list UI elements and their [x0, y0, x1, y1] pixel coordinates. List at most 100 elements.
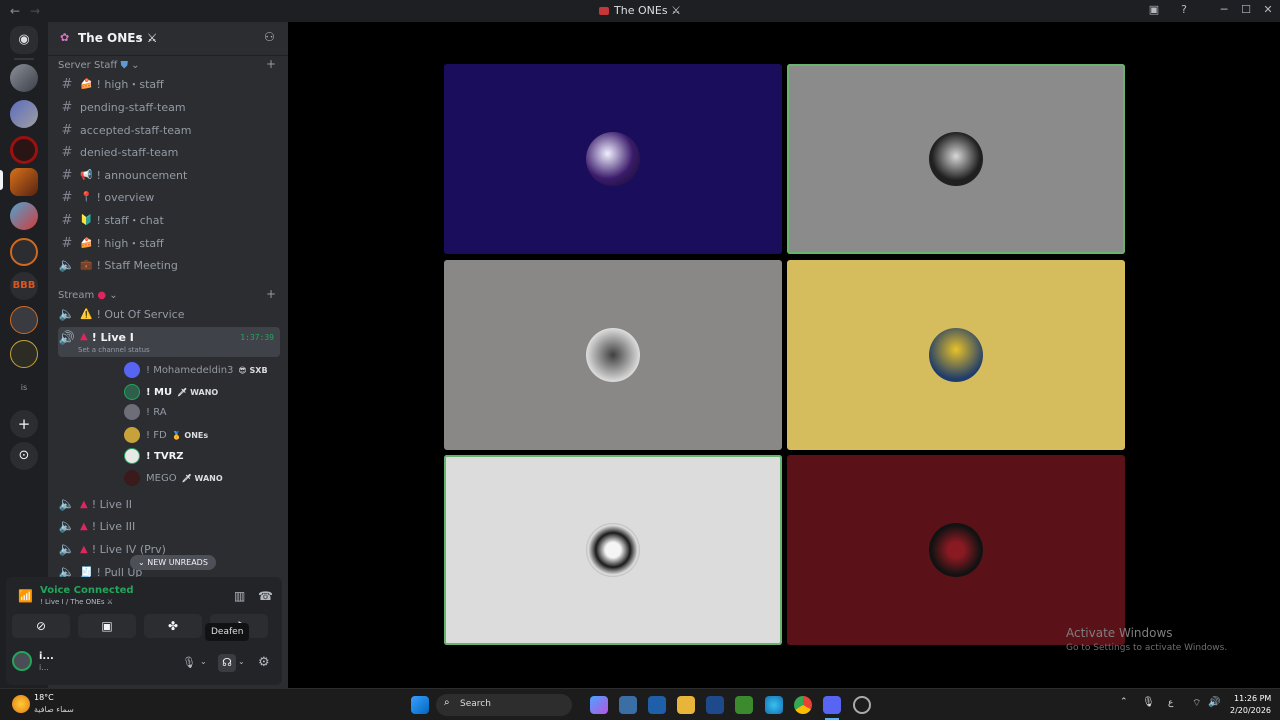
server-folder-3[interactable] [10, 202, 38, 230]
camera-off-button[interactable]: ⊘ [12, 614, 70, 638]
maximize-button[interactable]: ☐ [1238, 3, 1254, 16]
invite-people-icon[interactable]: ⚇ [264, 30, 275, 44]
minecraft-icon[interactable] [735, 696, 753, 714]
show-hidden-icons-chevron-icon[interactable]: ⌃ [1120, 697, 1128, 707]
channel-denied-staff-team[interactable]: # denied-staff-team [58, 142, 280, 162]
taskbar-search[interactable]: ⌕ Search [436, 694, 572, 716]
channel-announcement[interactable]: # 📢! announcement [58, 165, 280, 185]
security-shield-icon[interactable] [648, 696, 666, 714]
tray-app-icon[interactable] [853, 696, 871, 714]
store-icon[interactable] [619, 696, 637, 714]
participant-avatar [586, 328, 640, 382]
deafen-tooltip: Deafen [205, 623, 250, 641]
discord-home-icon[interactable]: ◉ [10, 26, 38, 54]
voice-user-ra[interactable]: ! RA [124, 402, 167, 422]
weather-description: سماء صافية [34, 705, 74, 714]
microphone-icon[interactable]: 🎙 [182, 656, 196, 669]
selected-indicator [0, 170, 3, 190]
voice-user-tvrz[interactable]: ! TVRZ [124, 446, 184, 466]
audio-options-chevron-icon[interactable]: ⌄ [238, 657, 245, 666]
edge-browser-icon[interactable] [765, 696, 783, 714]
channel-staff-meeting[interactable]: 🔈 💼! Staff Meeting [58, 255, 280, 275]
volume-icon[interactable]: 🔊 [1208, 697, 1220, 708]
windows-start-icon[interactable] [411, 696, 429, 714]
minimize-button[interactable]: ─ [1216, 3, 1232, 16]
copilot-icon[interactable] [590, 696, 608, 714]
window-titlebar: ← → The ONEs ⚔ ▣ ? ─ ☐ ✕ [0, 0, 1280, 22]
weather-icon[interactable] [12, 695, 30, 713]
category-server-staff[interactable]: Server Staff ⛊ ⌄ [58, 60, 140, 71]
back-arrow-icon[interactable]: ← [10, 4, 20, 18]
settings-app-icon[interactable] [706, 696, 724, 714]
clock-time[interactable]: 11:26 PM [1234, 694, 1271, 703]
avatar [124, 362, 140, 378]
speaker-active-icon: 🔊 [58, 331, 76, 346]
voice-user-mohamedeldin3[interactable]: ! Mohamedeldin3 😎 SXB [124, 360, 268, 380]
add-channel-icon[interactable]: + [266, 57, 276, 71]
windows-taskbar: 18°C سماء صافية ⌕ Search ⌃ 🎙 ع ⌔ 🔊 11:26… [0, 688, 1280, 720]
wifi-icon[interactable]: ⌔ [1192, 697, 1201, 710]
connection-signal-icon[interactable]: 📶 [18, 589, 33, 603]
voice-user-mu[interactable]: ! MU 🗡 WANO [124, 382, 218, 402]
video-off-icon: ⊘ [35, 619, 47, 633]
screen-share-button[interactable]: ▣ [78, 614, 136, 638]
hash-icon: # [61, 144, 73, 160]
participant-tile-6[interactable] [787, 455, 1125, 645]
add-server-icon[interactable]: + [10, 410, 38, 438]
mic-options-chevron-icon[interactable]: ⌄ [200, 657, 207, 666]
participant-tile-2[interactable] [787, 64, 1125, 254]
server-folder-2[interactable] [10, 100, 38, 128]
channel-high-staff-2[interactable]: # 🍰! high・staff [58, 233, 280, 253]
server-the-ones[interactable] [10, 168, 38, 196]
hash-icon: # [61, 99, 73, 115]
clock-date[interactable]: 2/20/2026 [1230, 706, 1271, 715]
voice-user-fd[interactable]: ! FD 🥇 ONEs [124, 425, 208, 445]
channel-out-of-service[interactable]: 🔈 ⚠️! Out Of Service [58, 304, 280, 324]
activities-icon: ✤ [167, 619, 179, 633]
server-icon-orange[interactable]: BBB [10, 272, 38, 300]
add-channel-icon[interactable]: + [266, 287, 276, 301]
server-icon-small[interactable]: is [10, 374, 38, 402]
voice-call-stage [288, 22, 1280, 688]
headphones-deafen-icon[interactable]: ☊ [218, 654, 236, 672]
chrome-browser-icon[interactable] [794, 696, 812, 714]
close-button[interactable]: ✕ [1260, 3, 1276, 16]
disconnect-phone-icon[interactable]: ☎ [258, 589, 273, 603]
file-explorer-icon[interactable] [677, 696, 695, 714]
noise-suppression-icon[interactable]: ▥ [234, 589, 245, 603]
mic-tray-icon[interactable]: 🎙 [1142, 697, 1155, 708]
channel-live-3[interactable]: 🔈 ▲! Live III [58, 516, 280, 536]
channel-high-staff-1[interactable]: # 🍰! high・staff [58, 74, 280, 94]
voice-user-mego[interactable]: MEGO 🗡 WANO [124, 468, 223, 488]
server-icon-m[interactable] [10, 238, 38, 266]
server-icon-sxb[interactable] [10, 306, 38, 334]
participant-avatar [929, 132, 983, 186]
help-icon[interactable]: ? [1176, 3, 1192, 16]
category-stream[interactable]: Stream ● ⌄ [58, 290, 118, 301]
new-unreads-button[interactable]: ⌄ NEW UNREADS [130, 555, 216, 570]
channel-live-1[interactable]: 🔊 ▲ ! Live I 1:37:39 Set a channel statu… [58, 327, 280, 357]
voice-channel-link[interactable]: ! Live I / The ONEs ⚔ [40, 598, 113, 606]
user-avatar[interactable] [12, 651, 32, 671]
explore-compass-icon[interactable]: ⊙ [10, 442, 38, 470]
activities-button[interactable]: ✤ [144, 614, 202, 638]
language-indicator[interactable]: ع [1168, 698, 1173, 708]
server-folder-1[interactable] [10, 64, 38, 92]
server-header[interactable]: ✿ The ONEs ⚔ ⌄ ⚇ [48, 22, 288, 56]
forward-arrow-icon[interactable]: → [30, 4, 40, 18]
channel-status[interactable]: Set a channel status [78, 346, 150, 354]
channel-live-2[interactable]: 🔈 ▲! Live II [58, 494, 280, 514]
user-settings-gear-icon[interactable]: ⚙ [258, 655, 270, 670]
participant-tile-3[interactable] [444, 260, 782, 450]
inbox-icon[interactable]: ▣ [1146, 3, 1162, 16]
channel-staff-chat[interactable]: # 🔰! staff・chat [58, 210, 280, 230]
channel-pending-staff-team[interactable]: # pending-staff-team [58, 97, 280, 117]
participant-tile-5[interactable] [444, 455, 782, 645]
discord-app-icon[interactable] [823, 696, 841, 714]
server-icon-red[interactable] [10, 136, 38, 164]
participant-tile-4[interactable] [787, 260, 1125, 450]
channel-accepted-staff-team[interactable]: # accepted-staff-team [58, 120, 280, 140]
channel-overview[interactable]: # 📍! overview [58, 187, 280, 207]
server-icon-wano[interactable] [10, 340, 38, 368]
participant-tile-1[interactable] [444, 64, 782, 254]
